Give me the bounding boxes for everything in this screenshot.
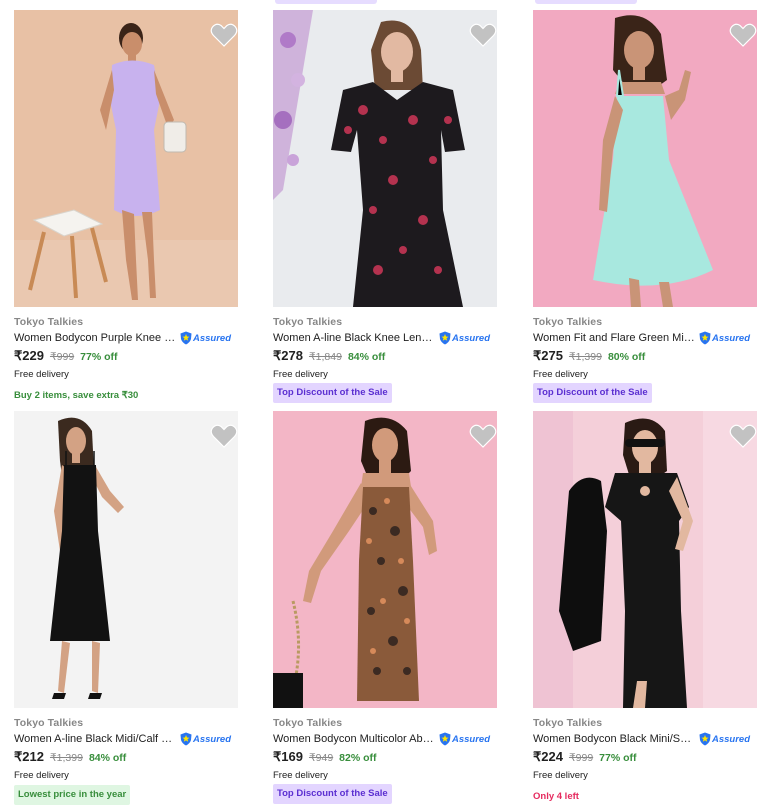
selling-price: ₹229 xyxy=(14,348,44,363)
top-discount-tag: Top Discount of the Sale xyxy=(533,383,652,403)
assured-label: Assured xyxy=(712,733,751,745)
delivery-info: Free delivery xyxy=(14,770,69,781)
discount-percent: 82% off xyxy=(339,752,377,764)
product-brand: Tokyo Talkies xyxy=(14,717,84,729)
product-image[interactable] xyxy=(273,411,497,708)
assured-label: Assured xyxy=(193,332,232,344)
product-title[interactable]: Women Bodycon Multicolor Abo... xyxy=(273,733,437,745)
discount-percent: 77% off xyxy=(80,351,118,363)
product-title[interactable]: Women Fit and Flare Green Mini/... xyxy=(533,332,697,344)
product-brand: Tokyo Talkies xyxy=(273,717,343,729)
discount-percent: 77% off xyxy=(599,752,637,764)
black-velvet-midi-dress-photo xyxy=(14,411,238,708)
original-price: ₹1,399 xyxy=(568,351,602,363)
offer-tag: Buy 2 items, save extra ₹30 xyxy=(14,390,139,401)
product-card[interactable]: Tokyo Talkies Women Bodycon Black Mini/S… xyxy=(533,411,757,809)
multicolor-print-bodycon-dress-photo xyxy=(273,411,497,708)
original-price: ₹1,399 xyxy=(49,752,83,764)
assured-badge: Assured xyxy=(439,732,490,746)
product-brand: Tokyo Talkies xyxy=(14,316,84,328)
product-title[interactable]: Women A-line Black Midi/Calf Le... xyxy=(14,733,178,745)
discount-percent: 84% off xyxy=(347,351,386,363)
selling-price: ₹224 xyxy=(533,749,563,764)
product-title[interactable]: Women A-line Black Knee Lengt... xyxy=(273,332,437,344)
product-card[interactable]: Tokyo Talkies Women Bodycon Multicolor A… xyxy=(273,411,497,809)
selling-price: ₹212 xyxy=(14,749,44,764)
delivery-info: Free delivery xyxy=(273,369,328,380)
assured-shield-icon xyxy=(180,331,192,345)
original-price: ₹1,849 xyxy=(308,351,342,363)
assured-badge: Assured xyxy=(180,331,231,345)
product-image[interactable] xyxy=(533,10,757,307)
wishlist-heart-icon[interactable] xyxy=(469,22,497,48)
delivery-info: Free delivery xyxy=(533,369,588,380)
assured-shield-icon xyxy=(699,732,711,746)
delivery-info: Free delivery xyxy=(273,770,328,781)
product-brand: Tokyo Talkies xyxy=(533,316,603,328)
selling-price: ₹169 xyxy=(273,749,303,764)
original-price: ₹999 xyxy=(49,351,75,363)
assured-label: Assured xyxy=(193,733,232,745)
selling-price: ₹278 xyxy=(273,348,303,363)
black-bodycon-mini-dress-photo xyxy=(533,411,757,708)
product-brand: Tokyo Talkies xyxy=(533,717,603,729)
product-image[interactable] xyxy=(14,411,238,708)
product-card[interactable]: Tokyo Talkies Women Bodycon Purple Knee … xyxy=(14,10,238,410)
product-title[interactable]: Women Bodycon Black Mini/Sho... xyxy=(533,733,697,745)
top-discount-tag: Top Discount of the Sale xyxy=(273,784,392,804)
original-price: ₹949 xyxy=(308,752,334,764)
delivery-info: Free delivery xyxy=(14,369,69,380)
assured-label: Assured xyxy=(712,332,751,344)
original-price: ₹999 xyxy=(568,752,594,764)
stock-urgency-tag: Only 4 left xyxy=(533,791,579,802)
product-image[interactable] xyxy=(533,411,757,708)
assured-badge: Assured xyxy=(699,331,750,345)
lowest-price-tag: Lowest price in the year xyxy=(14,785,131,805)
product-image[interactable] xyxy=(273,10,497,307)
product-title[interactable]: Women Bodycon Purple Knee Le... xyxy=(14,332,178,344)
assured-badge: Assured xyxy=(180,732,231,746)
top-discount-tag: Top Discount of the Sale xyxy=(273,383,392,403)
assured-badge: Assured xyxy=(699,732,750,746)
discount-percent: 80% off xyxy=(607,351,646,363)
wishlist-heart-icon[interactable] xyxy=(729,423,757,449)
product-card[interactable]: Tokyo Talkies Women A-line Black Midi/Ca… xyxy=(14,411,238,809)
product-card[interactable]: Tokyo Talkies Women Fit and Flare Green … xyxy=(533,10,757,410)
wishlist-heart-icon[interactable] xyxy=(469,423,497,449)
assured-shield-icon xyxy=(439,331,451,345)
mint-green-fit-flare-dress-photo xyxy=(533,10,757,307)
wishlist-heart-icon[interactable] xyxy=(210,22,238,48)
delivery-info: Free delivery xyxy=(533,770,588,781)
product-card[interactable]: Tokyo Talkies Women A-line Black Knee Le… xyxy=(273,10,497,410)
assured-shield-icon xyxy=(180,732,192,746)
previous-row-tag-stub xyxy=(535,0,637,4)
purple-bodycon-dress-photo xyxy=(14,10,238,307)
assured-shield-icon xyxy=(699,331,711,345)
selling-price: ₹275 xyxy=(533,348,563,363)
product-image[interactable] xyxy=(14,10,238,307)
assured-badge: Assured xyxy=(439,331,490,345)
assured-shield-icon xyxy=(439,732,451,746)
previous-row-tag-stub xyxy=(275,0,377,4)
discount-percent: 84% off xyxy=(88,752,127,764)
wishlist-heart-icon[interactable] xyxy=(729,22,757,48)
product-brand: Tokyo Talkies xyxy=(273,316,343,328)
assured-label: Assured xyxy=(452,733,491,745)
wishlist-heart-icon[interactable] xyxy=(210,423,238,449)
assured-label: Assured xyxy=(452,332,491,344)
black-floral-aline-dress-photo xyxy=(273,10,497,307)
